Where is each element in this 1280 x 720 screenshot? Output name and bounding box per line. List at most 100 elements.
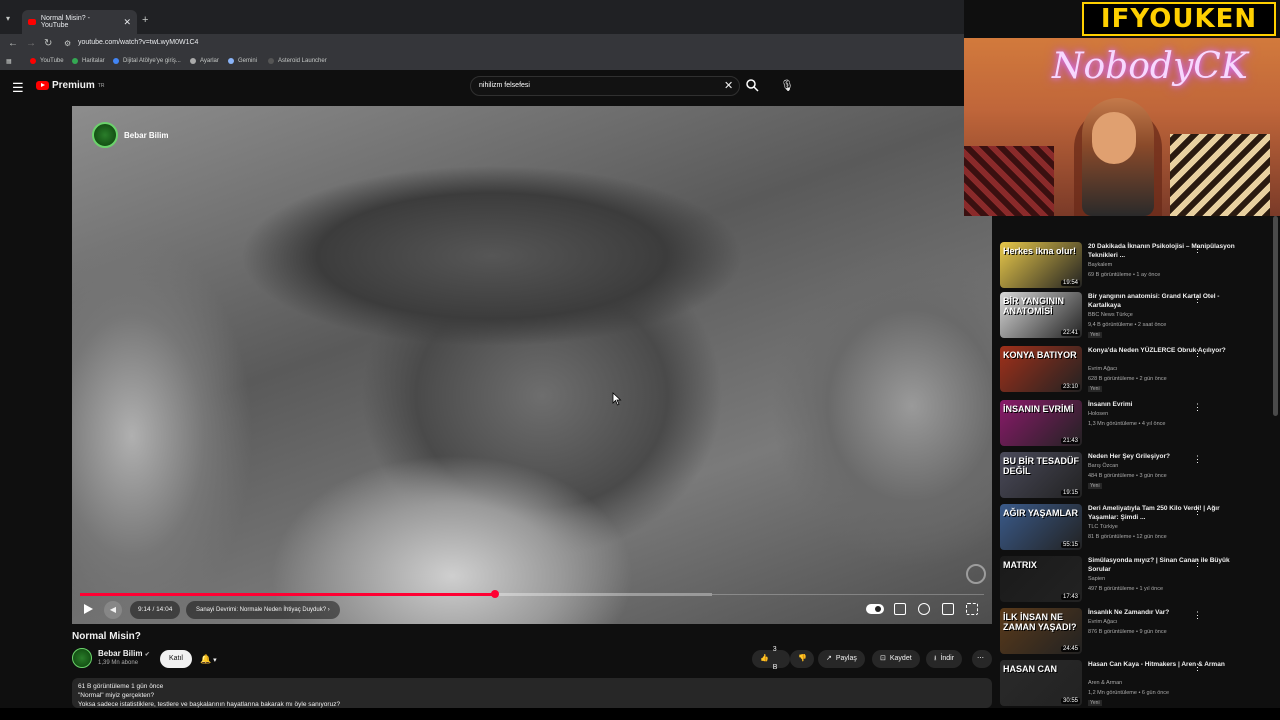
site-info-icon[interactable]: ⚙ — [64, 39, 71, 48]
like-button[interactable]: 👍 3 B — [752, 646, 790, 671]
corner-watermark-icon — [966, 564, 986, 584]
video-thumbnail[interactable]: BİR YANGININ ANATOMİSİ 22:41 — [1000, 292, 1082, 338]
recommendation-channel[interactable]: TLC Türkiye — [1088, 524, 1118, 530]
video-thumbnail[interactable]: BU BİR TESADÜF DEĞİL 19:15 — [1000, 452, 1082, 498]
progress-bar[interactable] — [80, 590, 712, 598]
bookmark-asteroid[interactable]: Asteroid Launcher — [268, 58, 327, 64]
recommendation-channel[interactable]: Holosen — [1088, 411, 1108, 417]
description-box[interactable]: 61 B görüntüleme 1 gün önce "Normal" miy… — [72, 678, 992, 708]
thumbnail-text: İNSANIN EVRİMİ — [1003, 404, 1074, 414]
recommendation-item[interactable]: MATRIX 17:43 Simülasyonda mıyız? | Sinan C… — [998, 556, 1272, 606]
recommendation-title[interactable]: Bir yangının anatomisi: Grand Kartal Ote… — [1088, 292, 1238, 310]
reload-icon[interactable]: ↻ — [44, 38, 52, 49]
apps-icon[interactable]: ▦ — [6, 58, 12, 65]
close-tab-icon[interactable]: ✕ — [123, 17, 131, 28]
recommendation-title[interactable]: İnsanın Evrimi — [1088, 400, 1238, 409]
recommendation-channel[interactable]: Aren & Arman — [1088, 680, 1122, 686]
recommendation-title[interactable]: 20 Dakikada İknanın Psikolojisi – Manipü… — [1088, 242, 1238, 260]
progress-bar-remaining[interactable] — [712, 594, 984, 595]
more-options-icon[interactable]: ⋮ — [1193, 662, 1202, 673]
more-options-icon[interactable]: ⋮ — [1193, 402, 1202, 413]
recommendation-channel[interactable]: Baykalem — [1088, 262, 1112, 268]
recommendation-title[interactable]: Deri Ameliyatıyla Tam 250 Kilo Verdi! | … — [1088, 504, 1238, 522]
video-frame[interactable] — [72, 106, 992, 624]
menu-icon[interactable]: ☰ — [12, 80, 24, 96]
join-button[interactable]: Katıl — [160, 650, 192, 668]
recommendation-meta: 497 B görüntüleme • 1 yıl önce — [1088, 586, 1163, 592]
url-field[interactable]: youtube.com/watch?v=twLwyM0W1C4 — [78, 39, 198, 46]
miniplayer-icon[interactable] — [942, 603, 954, 615]
new-tab-icon[interactable]: + — [142, 14, 148, 26]
notification-bell-button[interactable]: 🔔 ▾ — [196, 650, 230, 668]
more-options-icon[interactable]: ⋮ — [1193, 454, 1202, 465]
recommendation-item[interactable]: Herkes ikna olur! 19:54 20 Dakikada İknanı… — [998, 242, 1272, 292]
chapter-button[interactable]: Sanayi Devrimi: Normale Neden İhtiyaç Du… — [186, 601, 340, 619]
download-button[interactable]: ⭳ İndir — [926, 650, 963, 668]
bookmark-youtube[interactable]: YouTube — [30, 58, 64, 64]
bookmark-dijital-atolye[interactable]: Dijital Atölye'ye giriş... — [113, 58, 181, 64]
forward-icon[interactable]: → — [26, 38, 36, 49]
more-options-icon[interactable]: ⋮ — [1193, 294, 1202, 305]
video-thumbnail[interactable]: AĞIR YAŞAMLAR 55:15 — [1000, 504, 1082, 550]
more-options-icon[interactable]: ⋮ — [1193, 244, 1202, 255]
recommendation-channel[interactable]: Evrim Ağacı — [1088, 619, 1117, 625]
channel-avatar[interactable] — [72, 648, 92, 668]
recommendation-item[interactable]: AĞIR YAŞAMLAR 55:15 Deri Ameliyatıyla Tam … — [998, 504, 1272, 554]
video-thumbnail[interactable]: KONYA BATIYOR 23:10 — [1000, 346, 1082, 392]
subtitles-icon[interactable] — [894, 603, 906, 615]
recommendation-item[interactable]: BU BİR TESADÜF DEĞİL 19:15 Neden Her Şey G… — [998, 452, 1272, 502]
settings-gear-icon[interactable] — [918, 603, 930, 615]
recommendation-title[interactable]: Simülasyonda mıyız? | Sinan Canan ile Bü… — [1088, 556, 1238, 574]
more-actions-icon[interactable]: ⋯ — [972, 650, 992, 668]
fullscreen-icon[interactable] — [966, 603, 978, 615]
recommendation-item[interactable]: İLK İNSAN NE ZAMAN YAŞADI? 24:45 İnsanlık … — [998, 608, 1272, 658]
video-thumbnail[interactable]: Herkes ikna olur! 19:54 — [1000, 242, 1082, 288]
search-icon[interactable] — [745, 78, 759, 97]
bookmark-gemini[interactable]: Gemini — [228, 58, 257, 64]
browser-tab[interactable]: Normal Misin? - YouTube ✕ — [22, 10, 137, 34]
recommendation-item[interactable]: İNSANIN EVRİMİ 21:43 İnsanın Evrimi Holosen… — [998, 400, 1272, 450]
recommendation-title[interactable]: Konya'da Neden YÜZLERCE Obruk Açılıyor? — [1088, 346, 1238, 355]
more-options-icon[interactable]: ⋮ — [1193, 610, 1202, 621]
dislike-button[interactable]: 👎 — [790, 650, 814, 668]
thumbnail-text: İLK İNSAN NE ZAMAN YAŞADI? — [1003, 612, 1077, 632]
youtube-logo[interactable]: Premium TR — [36, 80, 104, 91]
video-thumbnail[interactable]: MATRIX 17:43 — [1000, 556, 1082, 602]
recommendation-title[interactable]: Hasan Can Kaya - Hitmakers | Aren & Arma… — [1088, 660, 1238, 669]
video-thumbnail[interactable]: İLK İNSAN NE ZAMAN YAŞADI? 24:45 — [1000, 608, 1082, 654]
recommendation-channel[interactable]: Evrim Ağacı — [1088, 366, 1117, 372]
recommendation-title[interactable]: Neden Her Şey Grileşiyor? — [1088, 452, 1238, 461]
recommendation-item[interactable]: HASAN CAN 30:55 Hasan Can Kaya - Hitmakers… — [998, 660, 1272, 708]
recommendation-meta: 9,4 B görüntüleme • 2 saat önce — [1088, 322, 1167, 328]
volume-icon[interactable]: ◀ — [104, 601, 122, 619]
autoplay-toggle[interactable] — [866, 604, 884, 614]
wall-poster — [964, 146, 1054, 216]
more-options-icon[interactable]: ⋮ — [1193, 348, 1202, 359]
back-icon[interactable]: ← — [8, 38, 18, 49]
more-options-icon[interactable]: ⋮ — [1193, 558, 1202, 569]
microphone-icon[interactable]: 🎙 — [780, 79, 794, 92]
recommendation-channel[interactable]: Barış Özcan — [1088, 463, 1118, 469]
video-thumbnail[interactable]: İNSANIN EVRİMİ 21:43 — [1000, 400, 1082, 446]
scrollbar[interactable] — [1273, 216, 1278, 416]
recommendation-item[interactable]: BİR YANGININ ANATOMİSİ 22:41 Bir yangının … — [998, 292, 1272, 342]
bookmark-maps[interactable]: Haritalar — [72, 58, 105, 64]
time-display: 9:14 / 14:04 — [130, 601, 181, 619]
play-icon[interactable] — [84, 604, 93, 614]
recommendation-title[interactable]: İnsanlık Ne Zamandır Var? — [1088, 608, 1238, 617]
save-button[interactable]: ⊡ Kaydet — [872, 650, 920, 668]
video-thumbnail[interactable]: HASAN CAN 30:55 — [1000, 660, 1082, 706]
share-button[interactable]: ↗ Paylaş — [818, 650, 865, 668]
recommendation-channel[interactable]: Sapien — [1088, 576, 1105, 582]
search-input[interactable]: nihilizm felsefesi — [470, 76, 740, 96]
bookmark-settings[interactable]: Ayarlar — [190, 58, 219, 64]
thumbs-up-icon: 👍 — [760, 655, 769, 662]
more-options-icon[interactable]: ⋮ — [1193, 506, 1202, 517]
tab-search-icon[interactable]: ▾ — [6, 14, 10, 23]
recommendation-channel[interactable]: BBC News Türkçe — [1088, 312, 1133, 318]
clear-search-icon[interactable]: ✕ — [724, 79, 733, 92]
channel-name[interactable]: Bebar Bilim ✔ — [98, 649, 150, 658]
recommendation-item[interactable]: KONYA BATIYOR 23:10 Konya'da Neden YÜZLERC… — [998, 346, 1272, 396]
share-icon: ↗ — [826, 655, 832, 662]
neon-sign: NobodyCK — [1052, 46, 1248, 87]
